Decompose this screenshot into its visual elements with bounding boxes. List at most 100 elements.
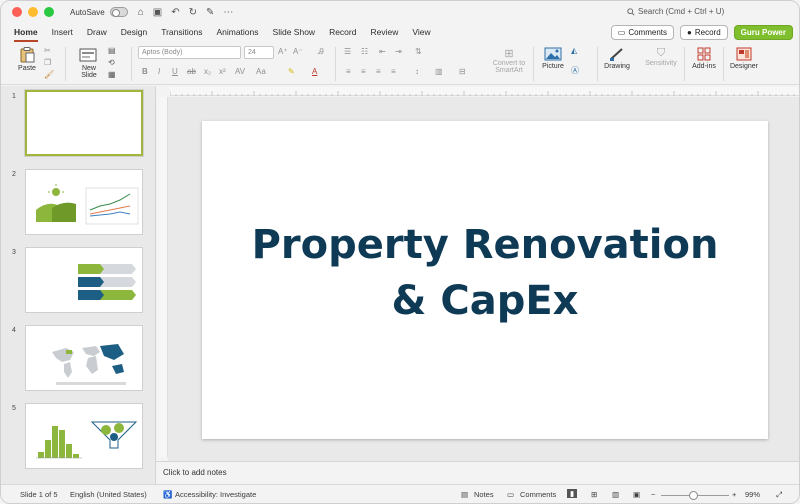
edit-icon[interactable]: ✎: [206, 7, 214, 18]
tab-insert[interactable]: Insert: [52, 24, 73, 42]
paste-button[interactable]: Paste: [15, 47, 39, 72]
tab-design[interactable]: Design: [121, 24, 147, 42]
bold-icon[interactable]: B: [142, 67, 148, 76]
subscript-icon[interactable]: x₂: [204, 67, 211, 76]
clear-format-icon[interactable]: Ꭿ: [318, 47, 324, 57]
tab-transitions[interactable]: Transitions: [161, 24, 202, 42]
increase-font-icon[interactable]: A⁺: [278, 47, 288, 56]
notes-button[interactable]: Notes: [474, 490, 494, 499]
normal-view-icon[interactable]: ▮: [567, 489, 578, 498]
current-slide[interactable]: Property Renovation & CapEx: [202, 121, 768, 439]
sensitivity-button[interactable]: ⛉ Sensitivity: [642, 47, 680, 67]
tab-home[interactable]: Home: [14, 24, 38, 42]
decrease-font-icon[interactable]: A⁻: [293, 47, 303, 56]
quick-access-toolbar: ⌂ ▣ ↶ ↻ ✎ ⋯: [138, 7, 234, 18]
text-box-icon[interactable]: Ⓐ: [571, 65, 579, 76]
underline-icon[interactable]: U: [172, 67, 178, 76]
tab-slide-show[interactable]: Slide Show: [273, 24, 316, 42]
autosave-toggle[interactable]: [109, 7, 128, 17]
new-slide-label-1: New: [81, 65, 96, 72]
decrease-indent-icon[interactable]: ⇤: [379, 47, 386, 56]
slide-number: 1: [12, 93, 16, 100]
slide-thumbnail-3[interactable]: [25, 247, 143, 313]
numbering-icon[interactable]: ☷: [361, 47, 368, 56]
horizontal-ruler-ticks: [169, 91, 795, 96]
zoom-slider-handle[interactable]: [689, 491, 698, 500]
search-box[interactable]: Search (Cmd + Ctrl + U): [627, 7, 724, 16]
undo-icon[interactable]: ↶: [171, 7, 179, 18]
save-icon[interactable]: ▣: [153, 7, 162, 18]
minimize-window-button[interactable]: [28, 7, 38, 17]
line-spacing-icon[interactable]: ↕: [415, 67, 419, 76]
add-ins-button[interactable]: Add-ins: [689, 47, 719, 70]
zoom-in-icon[interactable]: +: [732, 490, 736, 499]
zoom-level[interactable]: 99%: [745, 490, 760, 499]
slide-sorter-icon[interactable]: ⊞: [591, 490, 597, 499]
guru-power-button[interactable]: Guru Power: [733, 25, 793, 40]
notes-pane[interactable]: Click to add notes: [156, 461, 799, 483]
more-icon[interactable]: ⋯: [223, 7, 233, 18]
align-center-icon[interactable]: ≡: [361, 67, 366, 76]
convert-smartart-button[interactable]: ⊞ Convert to SmartArt: [489, 47, 529, 74]
divider: [335, 47, 336, 81]
highlight-icon[interactable]: ✎: [288, 67, 295, 76]
bullets-icon[interactable]: ☰: [344, 47, 351, 56]
italic-icon[interactable]: I: [158, 67, 160, 76]
fit-slide-icon[interactable]: ⤢: [776, 490, 782, 500]
slide-thumbnail-5[interactable]: [25, 403, 143, 469]
align-left-icon[interactable]: ≡: [346, 67, 351, 76]
tab-view[interactable]: View: [412, 24, 430, 42]
align-right-icon[interactable]: ≡: [376, 67, 381, 76]
tab-record[interactable]: Record: [329, 24, 356, 42]
strikethrough-icon[interactable]: ab: [187, 67, 196, 76]
justify-icon[interactable]: ≡: [391, 67, 396, 76]
add-ins-label: Add-ins: [692, 63, 716, 70]
font-name-select[interactable]: Aptos (Body): [138, 46, 241, 59]
layout-icon[interactable]: ▤: [108, 46, 116, 55]
slide-show-icon[interactable]: ▣: [633, 490, 640, 499]
new-slide-button[interactable]: New Slide: [75, 47, 103, 79]
slide-title[interactable]: Property Renovation & CapEx: [202, 217, 768, 329]
slide-thumbnail-4[interactable]: [25, 325, 143, 391]
title-line-2: & CapEx: [391, 278, 579, 324]
divider: [684, 47, 685, 81]
tab-draw[interactable]: Draw: [87, 24, 107, 42]
redo-icon[interactable]: ↻: [189, 7, 197, 18]
char-spacing-icon[interactable]: AV: [235, 67, 245, 76]
designer-button[interactable]: Designer: [727, 47, 761, 70]
align-text-icon[interactable]: ⊟: [459, 67, 466, 76]
columns-icon[interactable]: ▥: [435, 67, 443, 76]
comments-status-button[interactable]: Comments: [520, 490, 556, 499]
font-size-select[interactable]: 24: [244, 46, 274, 59]
slide-thumbnail-2[interactable]: [25, 169, 143, 235]
comment-icon: ▭: [617, 28, 626, 37]
record-button[interactable]: ● Record: [680, 25, 728, 40]
comments-button[interactable]: ▭ Comments: [610, 25, 675, 40]
reset-icon[interactable]: ⟲: [108, 58, 115, 67]
cut-icon[interactable]: ✂: [44, 46, 51, 55]
status-bar: Slide 1 of 5 English (United States) ♿ A…: [1, 484, 799, 503]
slide-number: 5: [12, 405, 16, 412]
text-direction-icon[interactable]: ⇅: [415, 47, 422, 56]
zoom-out-icon[interactable]: −: [651, 490, 655, 499]
zoom-window-button[interactable]: [44, 7, 54, 17]
format-painter-icon[interactable]: 🖌: [44, 70, 54, 79]
tab-animations[interactable]: Animations: [216, 24, 258, 42]
tab-review[interactable]: Review: [370, 24, 398, 42]
slide-thumbnail-1[interactable]: [25, 90, 143, 156]
copy-icon[interactable]: ❐: [44, 58, 51, 67]
divider: [597, 47, 598, 81]
drawing-button[interactable]: Drawing: [601, 47, 633, 70]
close-window-button[interactable]: [12, 7, 22, 17]
language-status[interactable]: English (United States): [70, 490, 147, 499]
superscript-icon[interactable]: x²: [219, 67, 226, 76]
home-icon[interactable]: ⌂: [138, 7, 144, 18]
section-icon[interactable]: ▦: [108, 70, 116, 79]
reading-view-icon[interactable]: ▥: [612, 490, 619, 499]
change-case-icon[interactable]: Aa: [256, 67, 266, 76]
picture-button[interactable]: Picture: [539, 47, 567, 70]
shapes-icon[interactable]: ◭: [571, 46, 577, 55]
increase-indent-icon[interactable]: ⇥: [395, 47, 402, 56]
accessibility-status[interactable]: Accessibility: Investigate: [175, 490, 256, 499]
font-color-icon[interactable]: A: [312, 67, 317, 76]
